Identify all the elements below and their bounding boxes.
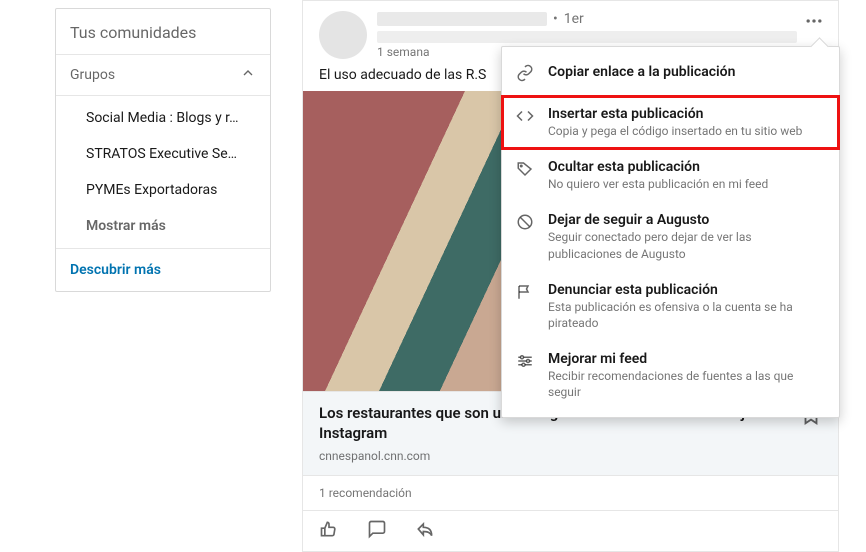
post-actions [303, 510, 838, 551]
group-item[interactable]: Social Media : Blogs y r… [56, 100, 270, 136]
menu-item-desc: No quiero ver esta publicación en mi fee… [548, 176, 825, 192]
flag-icon [516, 283, 536, 331]
avatar[interactable] [319, 11, 367, 59]
group-item[interactable]: PYMEs Exportadoras [56, 172, 270, 208]
communities-sidebar: Tus comunidades Grupos Social Media : Bl… [55, 8, 271, 292]
show-more-groups[interactable]: Mostrar más [56, 208, 270, 244]
post-options-menu: Copiar enlace a la publicación Insertar … [501, 46, 840, 418]
embed-icon [516, 107, 536, 139]
menu-item-title: Insertar esta publicación [548, 106, 825, 122]
menu-embed[interactable]: Insertar esta publicación Copia y pega e… [502, 96, 839, 149]
menu-unfollow[interactable]: Dejar de seguir a Augusto Seguir conecta… [502, 202, 839, 271]
sliders-icon [516, 352, 536, 400]
menu-report[interactable]: Denunciar esta publicación Esta publicac… [502, 272, 839, 341]
menu-item-title: Mejorar mi feed [548, 351, 825, 367]
menu-copy-link[interactable]: Copiar enlace a la publicación [502, 53, 839, 96]
unfollow-icon [516, 213, 536, 261]
post-stats[interactable]: 1 recomendación [303, 475, 838, 510]
menu-item-title: Denunciar esta publicación [548, 282, 825, 298]
menu-item-desc: Seguir conectado pero dejar de ver las p… [548, 229, 825, 261]
menu-item-desc: Recibir recomendaciones de fuentes a las… [548, 368, 825, 400]
menu-hide[interactable]: Ocultar esta publicación No quiero ver e… [502, 149, 839, 202]
groups-label: Grupos [70, 67, 115, 83]
menu-item-title: Copiar enlace a la publicación [548, 63, 825, 81]
author-headline-redacted [377, 31, 797, 43]
menu-item-desc: Copia y pega el código insertado en tu s… [548, 123, 825, 139]
author-name-redacted[interactable] [377, 12, 547, 26]
connection-degree: 1er [564, 11, 584, 27]
chevron-up-icon [240, 65, 256, 85]
link-icon [516, 64, 536, 86]
link-domain: cnnespanol.cnn.com [319, 449, 790, 463]
discover-more-link[interactable]: Descubrir más [56, 248, 270, 291]
separator-dot: • [553, 11, 558, 27]
communities-header: Tus comunidades [56, 9, 270, 54]
share-button[interactable] [415, 519, 435, 539]
menu-improve-feed[interactable]: Mejorar mi feed Recibir recomendaciones … [502, 341, 839, 410]
group-item[interactable]: STRATOS Executive Se… [56, 136, 270, 172]
menu-item-desc: Esta publicación es ofensiva o la cuenta… [548, 299, 825, 331]
comment-button[interactable] [367, 519, 387, 539]
groups-list: Social Media : Blogs y r… STRATOS Execut… [56, 96, 270, 248]
menu-item-title: Dejar de seguir a Augusto [548, 212, 825, 228]
tag-icon [516, 160, 536, 192]
menu-item-title: Ocultar esta publicación [548, 159, 825, 175]
groups-toggle[interactable]: Grupos [56, 54, 270, 96]
post-options-button[interactable] [804, 11, 824, 35]
like-button[interactable] [319, 519, 339, 539]
